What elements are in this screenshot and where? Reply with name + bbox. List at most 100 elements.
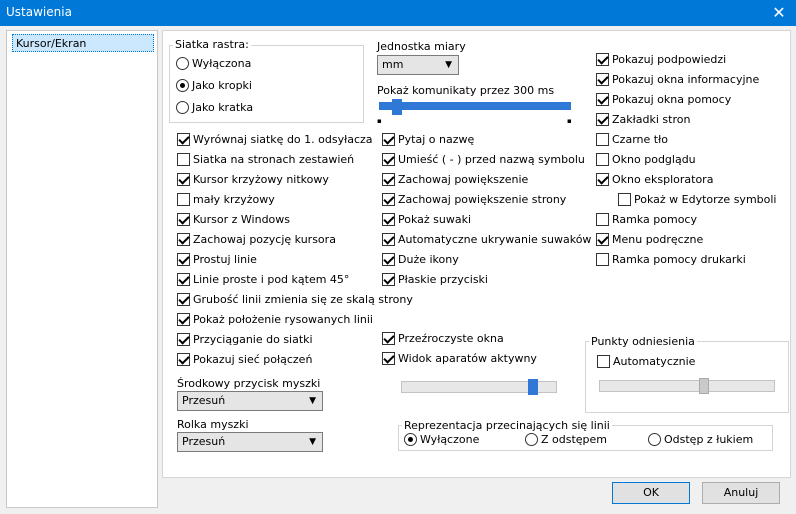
- checkbox-box[interactable]: [177, 352, 190, 366]
- checkbox-box[interactable]: [596, 132, 609, 146]
- radio-off[interactable]: [176, 100, 189, 114]
- col1-checkbox-2[interactable]: Kursor krzyżowy nitkowy: [177, 172, 329, 189]
- checkbox-box[interactable]: [177, 132, 190, 146]
- grid-option-lines[interactable]: Jako kratka: [176, 100, 253, 117]
- checkbox-box[interactable]: [596, 52, 609, 66]
- reference-slider-thumb[interactable]: [698, 378, 709, 394]
- checkbox-box[interactable]: [177, 212, 190, 226]
- checkbox-box[interactable]: [382, 351, 395, 365]
- grid-option-dots[interactable]: Jako kropki: [176, 78, 252, 95]
- checkbox-box[interactable]: [596, 152, 609, 166]
- checkbox-box[interactable]: [177, 312, 190, 326]
- col1-checkbox-6[interactable]: Prostuj linie: [177, 252, 257, 269]
- col1-checkbox-8[interactable]: Grubość linii zmienia się ze skalą stron…: [177, 292, 413, 309]
- checkbox-box[interactable]: [382, 272, 395, 286]
- checkbox-label: Płaskie przyciski: [398, 273, 488, 286]
- checkbox-label: Pokazuj okna pomocy: [612, 93, 732, 106]
- col2-checkbox-7[interactable]: Płaskie przyciski: [382, 272, 488, 289]
- col2-checkbox-4[interactable]: Pokaż suwaki: [382, 212, 471, 229]
- cancel-button[interactable]: Anuluj: [702, 482, 780, 504]
- col2b-checkbox-0[interactable]: Przeźroczyste okna: [382, 331, 504, 348]
- col1-checkbox-10[interactable]: Przyciąganie do siatki: [177, 332, 313, 349]
- checkbox-label: Zachowaj powiększenie: [398, 173, 529, 186]
- checkbox-box[interactable]: [596, 72, 609, 86]
- checkbox-box[interactable]: [382, 232, 395, 246]
- close-icon[interactable]: ✕: [762, 0, 796, 26]
- checkbox-box[interactable]: [597, 354, 610, 368]
- col3-checkbox-2[interactable]: Pokazuj okna pomocy: [596, 92, 732, 109]
- checkbox-box[interactable]: [177, 192, 190, 206]
- checkbox-label: Wyrównaj siatkę do 1. odsyłacza: [193, 133, 373, 146]
- col1-checkbox-9[interactable]: Pokaż położenie rysowanych linii: [177, 312, 373, 329]
- col2-checkbox-3[interactable]: Zachowaj powiększenie strony: [382, 192, 566, 209]
- messages-slider-thumb[interactable]: [391, 99, 402, 115]
- ok-button[interactable]: OK: [612, 482, 690, 504]
- col3-checkbox-10[interactable]: Ramka pomocy drukarki: [596, 252, 746, 269]
- crossing-option-arc[interactable]: Odstęp z łukiem: [648, 432, 753, 449]
- col1-checkbox-3[interactable]: mały krzyżowy: [177, 192, 275, 209]
- grid-option-off[interactable]: Wyłączona: [176, 56, 251, 73]
- messages-slider-track[interactable]: [379, 102, 571, 110]
- checkbox-box[interactable]: [596, 92, 609, 106]
- col3-checkbox-9[interactable]: Menu podręczne: [596, 232, 704, 249]
- checkbox-box[interactable]: [382, 132, 395, 146]
- checkbox-box[interactable]: [596, 252, 609, 266]
- checkbox-box[interactable]: [596, 112, 609, 126]
- checkbox-box[interactable]: [177, 152, 190, 166]
- checkbox-box[interactable]: [382, 172, 395, 186]
- col3-checkbox-3[interactable]: Zakładki stron: [596, 112, 690, 129]
- col2-checkbox-1[interactable]: Umieść ( - ) przed nazwą symbolu: [382, 152, 585, 169]
- col3-checkbox-6[interactable]: Okno eksploratora: [596, 172, 713, 189]
- radio-on[interactable]: [176, 78, 189, 92]
- col3-checkbox-8[interactable]: Ramka pomocy: [596, 212, 697, 229]
- col2b-checkbox-1[interactable]: Widok aparatów aktywny: [382, 351, 537, 368]
- col2-checkbox-2[interactable]: Zachowaj powiększenie: [382, 172, 529, 189]
- checkbox-box[interactable]: [177, 232, 190, 246]
- checkbox-box[interactable]: [382, 152, 395, 166]
- radio-off[interactable]: [648, 432, 661, 446]
- col3-checkbox-5[interactable]: Okno podglądu: [596, 152, 696, 169]
- checkbox-box[interactable]: [177, 332, 190, 346]
- checkbox-box[interactable]: [618, 192, 631, 206]
- mouse-wheel-select[interactable]: Przesuń ▼: [177, 432, 323, 452]
- checkbox-label: Pokazuj okna informacyjne: [612, 73, 760, 86]
- checkbox-box[interactable]: [382, 192, 395, 206]
- col2-checkbox-6[interactable]: Duże ikony: [382, 252, 459, 269]
- checkbox-box[interactable]: [177, 172, 190, 186]
- title-bar: Ustawienia ✕: [0, 0, 796, 26]
- unit-select[interactable]: mm ▼: [377, 55, 459, 75]
- radio-on[interactable]: [404, 432, 417, 446]
- col1-checkbox-1[interactable]: Siatka na stronach zestawień: [177, 152, 354, 169]
- radio-off[interactable]: [525, 432, 538, 446]
- col2-checkbox-5[interactable]: Automatyczne ukrywanie suwaków: [382, 232, 591, 249]
- checkbox-box[interactable]: [177, 252, 190, 266]
- col3-checkbox-1[interactable]: Pokazuj okna informacyjne: [596, 72, 760, 89]
- reference-slider-track[interactable]: [599, 380, 775, 392]
- radio-off[interactable]: [176, 56, 189, 70]
- checkbox-box[interactable]: [596, 172, 609, 186]
- crossing-option-gap[interactable]: Z odstępem: [525, 432, 607, 449]
- crossing-lines-title: Reprezentacja przecinających się linii: [402, 419, 612, 432]
- col1-checkbox-7[interactable]: Linie proste i pod kątem 45°: [177, 272, 349, 289]
- middle-mouse-select[interactable]: Przesuń ▼: [177, 391, 323, 411]
- checkbox-box[interactable]: [177, 272, 190, 286]
- checkbox-box[interactable]: [596, 212, 609, 226]
- crossing-option-off[interactable]: Wyłączone: [404, 432, 479, 449]
- col1-checkbox-0[interactable]: Wyrównaj siatkę do 1. odsyłacza: [177, 132, 373, 149]
- col3-checkbox-4[interactable]: Czarne tło: [596, 132, 668, 149]
- col1-checkbox-5[interactable]: Zachowaj pozycję kursora: [177, 232, 336, 249]
- col1-checkbox-4[interactable]: Kursor z Windows: [177, 212, 290, 229]
- checkbox-box[interactable]: [596, 232, 609, 246]
- checkbox-label: Menu podręczne: [612, 233, 704, 246]
- col2-checkbox-0[interactable]: Pytaj o nazwę: [382, 132, 474, 149]
- checkbox-box[interactable]: [382, 252, 395, 266]
- col3-checkbox-7[interactable]: Pokaż w Edytorze symboli: [618, 192, 776, 209]
- checkbox-box[interactable]: [382, 212, 395, 226]
- sidebar-item-kursor-ekran[interactable]: Kursor/Ekran: [12, 34, 154, 52]
- checkbox-box[interactable]: [382, 331, 395, 345]
- transparency-slider-thumb[interactable]: [528, 379, 539, 395]
- ref-auto-checkbox[interactable]: Automatycznie: [597, 354, 695, 371]
- col3-checkbox-0[interactable]: Pokazuj podpowiedzi: [596, 52, 726, 69]
- checkbox-box[interactable]: [177, 292, 190, 306]
- col1-checkbox-11[interactable]: Pokazuj sieć połączeń: [177, 352, 312, 369]
